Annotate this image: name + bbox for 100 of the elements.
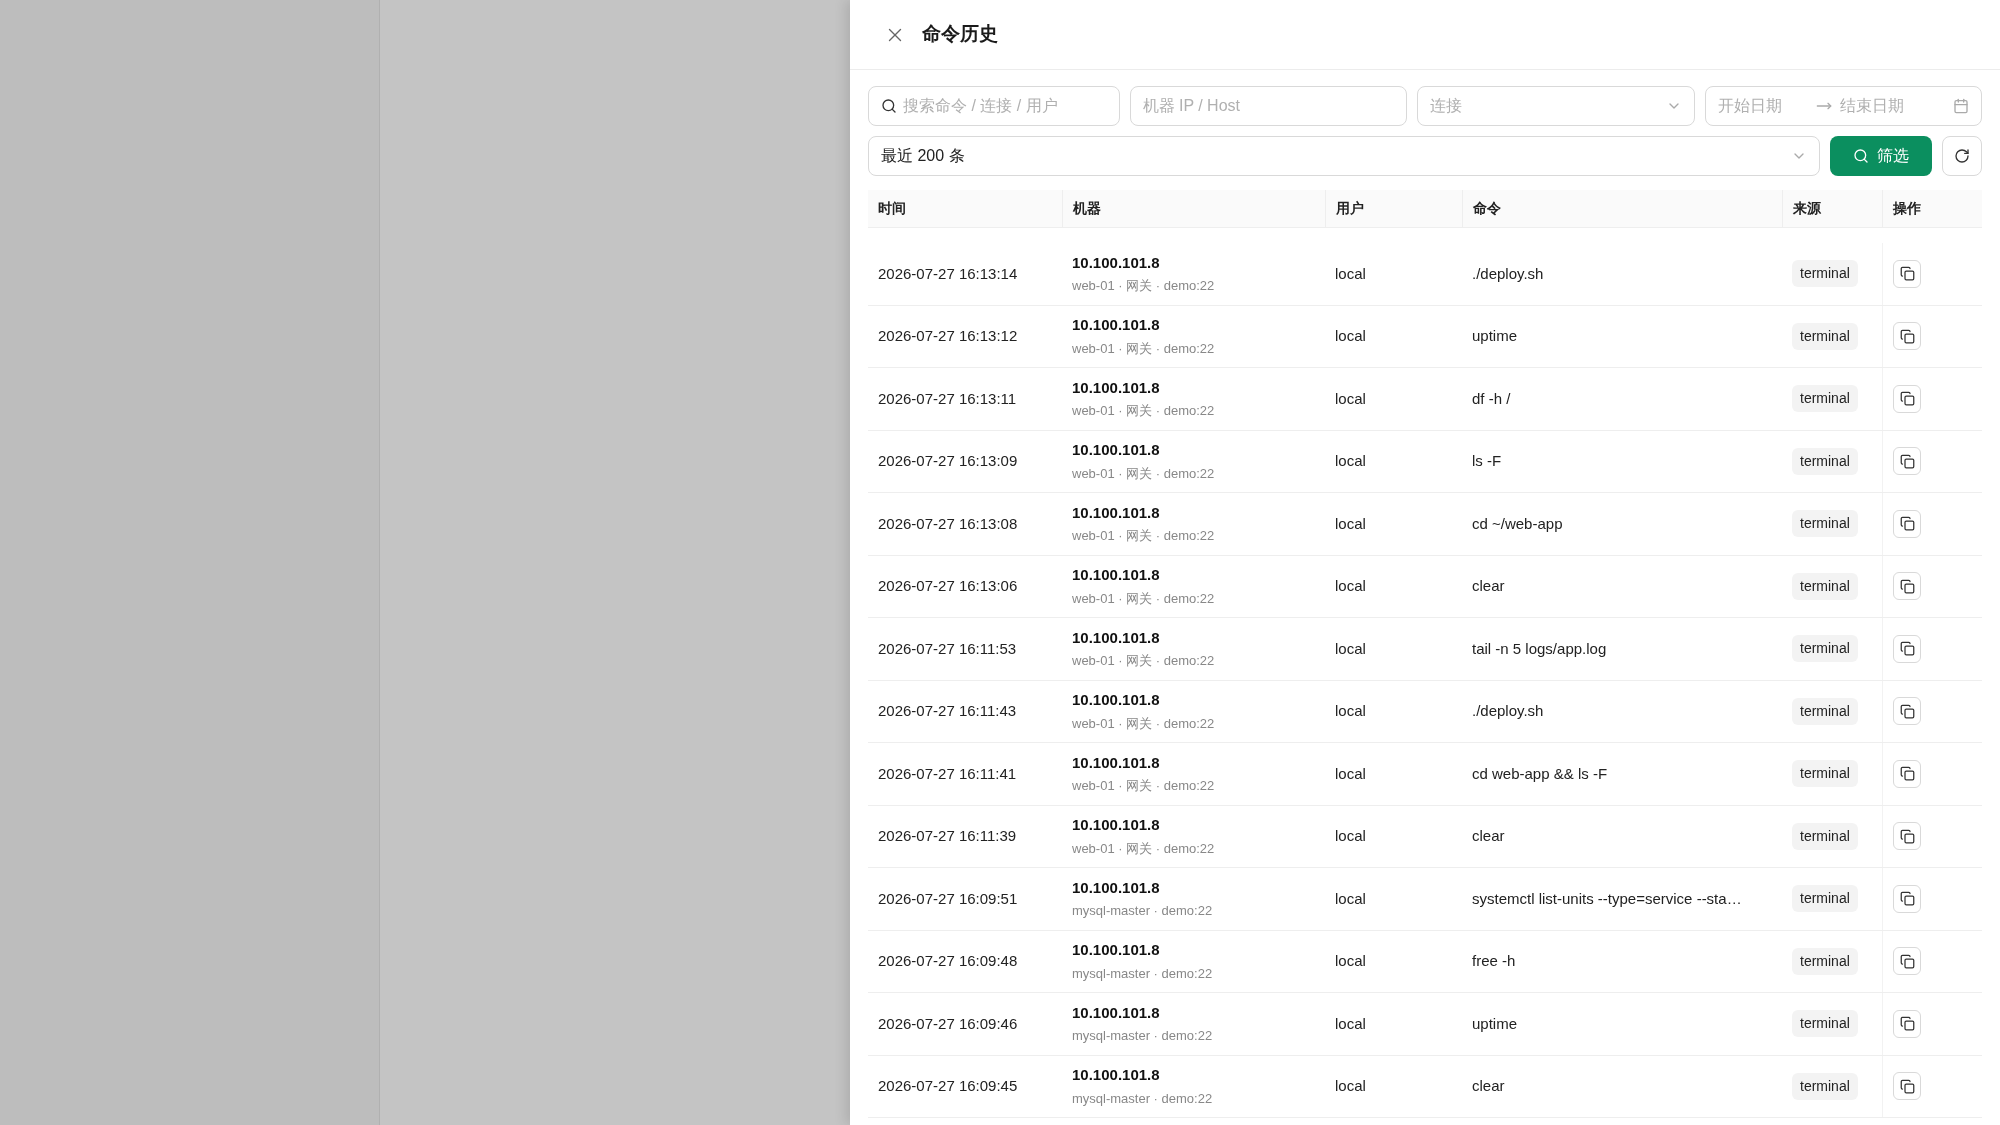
copy-button[interactable] [1893,384,1921,413]
column-header: 时间 [878,199,906,218]
machine-text: mysql-master · demo:22 [1072,1089,1213,1108]
copy-button[interactable] [1893,884,1921,913]
column-header: 命令 [1473,199,1501,218]
user-cell: local [1335,327,1366,345]
user-cell: local [1335,452,1366,470]
command-cell: free -h [1472,952,1516,970]
copy-icon [1899,828,1915,844]
copy-icon [1899,516,1915,532]
command-cell: systemctl list-units --type=service --sta… [1472,889,1742,907]
search-icon [881,98,897,114]
copy-button[interactable] [1893,1072,1921,1101]
source-tag: terminal [1792,322,1858,350]
copy-icon [1899,641,1915,657]
start-date-field[interactable]: 开始日期 [1717,94,1808,118]
command-cell: ./deploy.sh [1472,702,1544,720]
machine-text: web-01 · 网关 · demo:22 [1072,527,1215,546]
ip-text: 10.100.101.8 [1072,815,1160,836]
machine-text: web-01 · 网关 · demo:22 [1072,714,1215,733]
time-cell: 2026-07-27 16:11:39 [878,827,1017,845]
ip-text: 10.100.101.8 [1072,752,1160,773]
user-cell: local [1335,389,1366,407]
source-tag: terminal [1792,385,1858,413]
command-cell: ./deploy.sh [1472,264,1544,282]
source-tag: terminal [1792,1072,1858,1100]
host-field[interactable]: 机器 IP / Host [1129,86,1407,126]
user-cell: local [1335,889,1366,907]
command-cell: tail -n 5 logs/app.log [1472,639,1607,657]
time-cell: 2026-07-27 16:09:51 [878,889,1018,907]
copy-icon [1899,766,1915,782]
ip-text: 10.100.101.8 [1072,377,1160,398]
search-field[interactable]: 搜索命令 / 连接 / 用户 [868,86,1120,126]
ip-text: 10.100.101.8 [1072,502,1160,523]
ip-text: 10.100.101.8 [1072,440,1160,461]
copy-button[interactable] [1893,509,1921,538]
column-header: 机器 [1073,199,1101,218]
user-cell: local [1335,1014,1366,1032]
refresh-icon [1954,148,1970,164]
copy-icon [1899,391,1915,407]
source-tag: terminal [1792,760,1858,788]
time-cell: 2026-07-27 16:09:48 [878,952,1018,970]
source-tag: terminal [1792,1010,1858,1038]
refresh-button[interactable] [1942,136,1982,176]
command-cell: clear [1472,577,1505,595]
copy-icon [1899,891,1915,907]
ip-text: 10.100.101.8 [1072,315,1160,336]
calendar-icon [1953,98,1969,114]
user-cell: local [1335,764,1366,782]
copy-button[interactable] [1893,697,1921,726]
time-cell: 2026-07-27 16:13:12 [878,327,1018,345]
connection-select[interactable]: 连接 [1417,86,1695,126]
source-tag: terminal [1792,260,1858,288]
limit-select[interactable]: 最近 200 条 [868,136,1820,176]
search-icon [1853,148,1869,164]
copy-button[interactable] [1893,322,1921,351]
copy-icon [1899,453,1915,469]
column-header: 用户 [1336,199,1364,218]
copy-button[interactable] [1893,572,1921,601]
machine-text: web-01 · 网关 · demo:22 [1072,839,1215,858]
copy-button[interactable] [1893,259,1921,288]
user-cell: local [1335,702,1366,720]
drawer-title: 命令历史 [922,22,998,47]
machine-text: web-01 · 网关 · demo:22 [1072,589,1215,608]
command-cell: df -h / [1472,389,1511,407]
source-tag: terminal [1792,822,1858,850]
command-cell: ls -F [1472,452,1502,470]
copy-button[interactable] [1893,634,1921,663]
copy-icon [1899,703,1915,719]
filter-button[interactable]: 筛选 [1830,136,1932,176]
machine-text: web-01 · 网关 · demo:22 [1072,402,1215,421]
ip-text: 10.100.101.8 [1072,1065,1160,1086]
time-cell: 2026-07-27 16:13:09 [878,452,1018,470]
source-tag: terminal [1792,947,1858,975]
ip-text: 10.100.101.8 [1072,877,1160,898]
end-date-field[interactable]: 结束日期 [1839,94,1930,118]
command-cell: clear [1472,827,1505,845]
copy-icon [1899,1078,1915,1094]
machine-text: web-01 · 网关 · demo:22 [1072,652,1215,671]
column-header: 来源 [1793,199,1821,218]
time-cell: 2026-07-27 16:11:43 [878,702,1017,720]
copy-button[interactable] [1893,822,1921,851]
time-cell: 2026-07-27 16:13:14 [878,264,1018,282]
machine-text: mysql-master · demo:22 [1072,964,1213,983]
copy-icon [1899,1016,1915,1032]
user-cell: local [1335,264,1366,282]
machine-text: web-01 · 网关 · demo:22 [1072,339,1215,358]
command-cell: cd ~/web-app [1472,514,1563,532]
copy-icon [1899,578,1915,594]
ip-text: 10.100.101.8 [1072,627,1160,648]
date-range-picker[interactable]: 开始日期 结束日期 [1704,86,1982,126]
copy-button[interactable] [1893,759,1921,788]
copy-button[interactable] [1893,947,1921,976]
source-tag: terminal [1792,635,1858,663]
ip-text: 10.100.101.8 [1072,690,1160,711]
copy-button[interactable] [1893,1009,1921,1038]
user-cell: local [1335,577,1366,595]
copy-button[interactable] [1893,447,1921,476]
machine-text: web-01 · 网关 · demo:22 [1072,777,1215,796]
time-cell: 2026-07-27 16:13:06 [878,577,1018,595]
